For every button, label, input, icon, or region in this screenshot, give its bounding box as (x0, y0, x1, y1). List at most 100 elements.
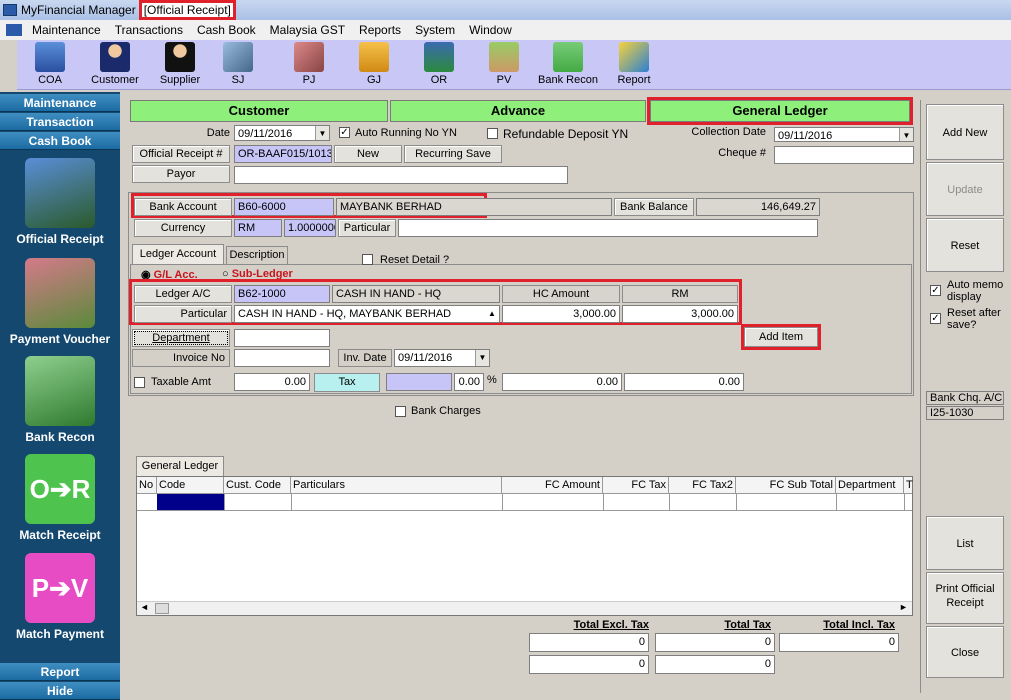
scroll-thumb[interactable] (155, 603, 169, 614)
grid-header-fc-tax[interactable]: FC Tax (603, 477, 669, 494)
reset-detail-checkbox[interactable] (362, 254, 373, 265)
tax-code-field[interactable] (386, 373, 452, 391)
general-ledger-grid[interactable]: No Code Cust. Code Particulars FC Amount… (136, 476, 913, 616)
sidebar-footer-report[interactable]: Report (0, 663, 120, 681)
header-particular-button[interactable]: Particular (338, 219, 396, 237)
menu-maintenance[interactable]: Maintenance (25, 23, 108, 37)
add-item-button[interactable]: Add Item (741, 324, 821, 350)
hc-amount-input[interactable]: 3,000.00 (502, 305, 620, 323)
scroll-right-icon[interactable]: ► (899, 602, 908, 612)
toolbar-supplier[interactable]: Supplier (149, 42, 211, 86)
sidebar-item-match-payment[interactable]: P➔V Match Payment (0, 553, 120, 641)
sidebar-item-bank-recon[interactable]: Bank Recon (0, 356, 120, 444)
date-field[interactable]: 09/11/2016 ▼ (234, 125, 330, 141)
grid-header-department[interactable]: Department (836, 477, 904, 494)
close-button[interactable]: Close (926, 626, 1004, 678)
payor-button[interactable]: Payor (132, 165, 230, 183)
ledger-code-field[interactable]: B62-1000 (234, 285, 330, 303)
tax-button[interactable]: Tax (314, 373, 380, 392)
sidebar-item-match-receipt[interactable]: O➔R Match Receipt (0, 454, 120, 542)
cheque-input[interactable] (774, 146, 914, 164)
header-particular-input[interactable] (398, 219, 818, 237)
sidebar-header-transaction[interactable]: Transaction (0, 113, 120, 131)
grid-header-code[interactable]: Code (157, 477, 224, 494)
department-button[interactable]: Department (132, 329, 230, 347)
tax-amount-input[interactable]: 0.00 (502, 373, 622, 391)
menu-transactions[interactable]: Transactions (108, 23, 190, 37)
print-receipt-button[interactable]: Print Official Receipt (926, 572, 1004, 624)
sidebar-header-maintenance[interactable]: Maintenance (0, 94, 120, 112)
tab-ledger-account[interactable]: Ledger Account (132, 244, 224, 264)
ledger-particular-input[interactable]: CASH IN HAND - HQ, MAYBANK BERHAD ▲ (234, 305, 500, 323)
refundable-checkbox[interactable] (487, 128, 498, 139)
menu-app-icon[interactable] (6, 24, 22, 36)
bank-code-field[interactable]: B60-6000 (234, 198, 334, 216)
tab-general-ledger[interactable]: General Ledger (647, 97, 913, 125)
bank-account-button[interactable]: Bank Account (134, 198, 232, 216)
scroll-left-icon[interactable]: ◄ (140, 602, 149, 612)
sidebar-header-cash-book[interactable]: Cash Book (0, 132, 120, 150)
radio-sub-ledger[interactable]: ○ Sub-Ledger (222, 268, 293, 280)
sidebar-footer-hide[interactable]: Hide (0, 682, 120, 700)
new-button[interactable]: New (334, 145, 402, 163)
chevron-down-icon[interactable]: ▼ (475, 350, 489, 366)
tab-customer[interactable]: Customer (130, 100, 388, 122)
menu-reports[interactable]: Reports (352, 23, 408, 37)
toolbar-pv[interactable]: PV (473, 42, 535, 86)
selected-cell[interactable] (157, 494, 224, 510)
toolbar-bank-recon[interactable]: Bank Recon (537, 42, 599, 86)
payor-input[interactable] (234, 166, 568, 184)
grid-header-no[interactable]: No (137, 477, 157, 494)
toolbar-report[interactable]: Report (603, 42, 665, 86)
tab-general-ledger-grid[interactable]: General Ledger (136, 456, 224, 476)
grid-header-particulars[interactable]: Particulars (291, 477, 502, 494)
taxable-checkbox[interactable] (134, 377, 145, 388)
currency-button[interactable]: Currency (134, 219, 232, 237)
update-button[interactable]: Update (926, 162, 1004, 216)
auto-running-checkbox[interactable]: ✓ (339, 127, 350, 138)
toolbar-customer[interactable]: Customer (84, 42, 146, 86)
toolbar-sj[interactable]: SJ (207, 42, 269, 86)
add-new-button[interactable]: Add New (926, 104, 1004, 160)
toolbar-coa[interactable]: COA (19, 42, 81, 86)
department-input[interactable] (234, 329, 330, 347)
toolbar-gj[interactable]: GJ (343, 42, 405, 86)
ledger-ac-button[interactable]: Ledger A/C (134, 285, 232, 303)
sidebar-item-official-receipt[interactable]: Official Receipt (0, 158, 120, 246)
bank-charges-checkbox[interactable] (395, 406, 406, 417)
chevron-down-icon[interactable]: ▼ (315, 126, 329, 140)
menu-malaysia-gst[interactable]: Malaysia GST (263, 23, 352, 37)
currency-rate-field[interactable]: 1.000000000 (284, 219, 336, 237)
taxable-amount-input[interactable]: 0.00 (234, 373, 310, 391)
bank-balance-button[interactable]: Bank Balance (614, 198, 694, 216)
toolbar-pj[interactable]: PJ (278, 42, 340, 86)
menu-window[interactable]: Window (462, 23, 519, 37)
grid-header-t[interactable]: T (904, 477, 913, 494)
chevron-down-icon[interactable]: ▼ (899, 128, 913, 141)
menu-system[interactable]: System (408, 23, 462, 37)
grid-header-cust-code[interactable]: Cust. Code (224, 477, 291, 494)
grid-header-fc-amount[interactable]: FC Amount (502, 477, 603, 494)
radio-gl-account[interactable]: ◉ G/L Acc. (141, 268, 198, 281)
inv-date-field[interactable]: 09/11/2016 ▼ (394, 349, 490, 367)
invoice-no-input[interactable] (234, 349, 330, 367)
scroll-arrows-icon[interactable]: ▲ (485, 306, 499, 322)
tab-description[interactable]: Description (226, 246, 288, 264)
menu-cash-book[interactable]: Cash Book (190, 23, 263, 37)
ledger-particular-button[interactable]: Particular (134, 305, 232, 323)
grid-header-fc-tax2[interactable]: FC Tax2 (669, 477, 736, 494)
recurring-save-button[interactable]: Recurring Save (404, 145, 502, 163)
toolbar-or[interactable]: OR (408, 42, 470, 86)
table-row[interactable] (137, 494, 912, 511)
collection-date-field[interactable]: 09/11/2016 ▼ (774, 127, 914, 142)
grid-header-fc-sub-total[interactable]: FC Sub Total (736, 477, 836, 494)
tax-percent-input[interactable]: 0.00 (454, 373, 484, 391)
tax-amount-rm-input[interactable]: 0.00 (624, 373, 744, 391)
receipt-number-field[interactable]: OR-BAAF015/1013 (234, 145, 332, 163)
rm-amount-input[interactable]: 3,000.00 (622, 305, 738, 323)
horizontal-scrollbar[interactable]: ◄ ► (137, 601, 912, 615)
reset-button[interactable]: Reset (926, 218, 1004, 272)
tab-advance[interactable]: Advance (390, 100, 646, 122)
official-receipt-button[interactable]: Official Receipt # (132, 145, 230, 163)
reset-after-save-checkbox[interactable]: ✓ (930, 313, 941, 324)
